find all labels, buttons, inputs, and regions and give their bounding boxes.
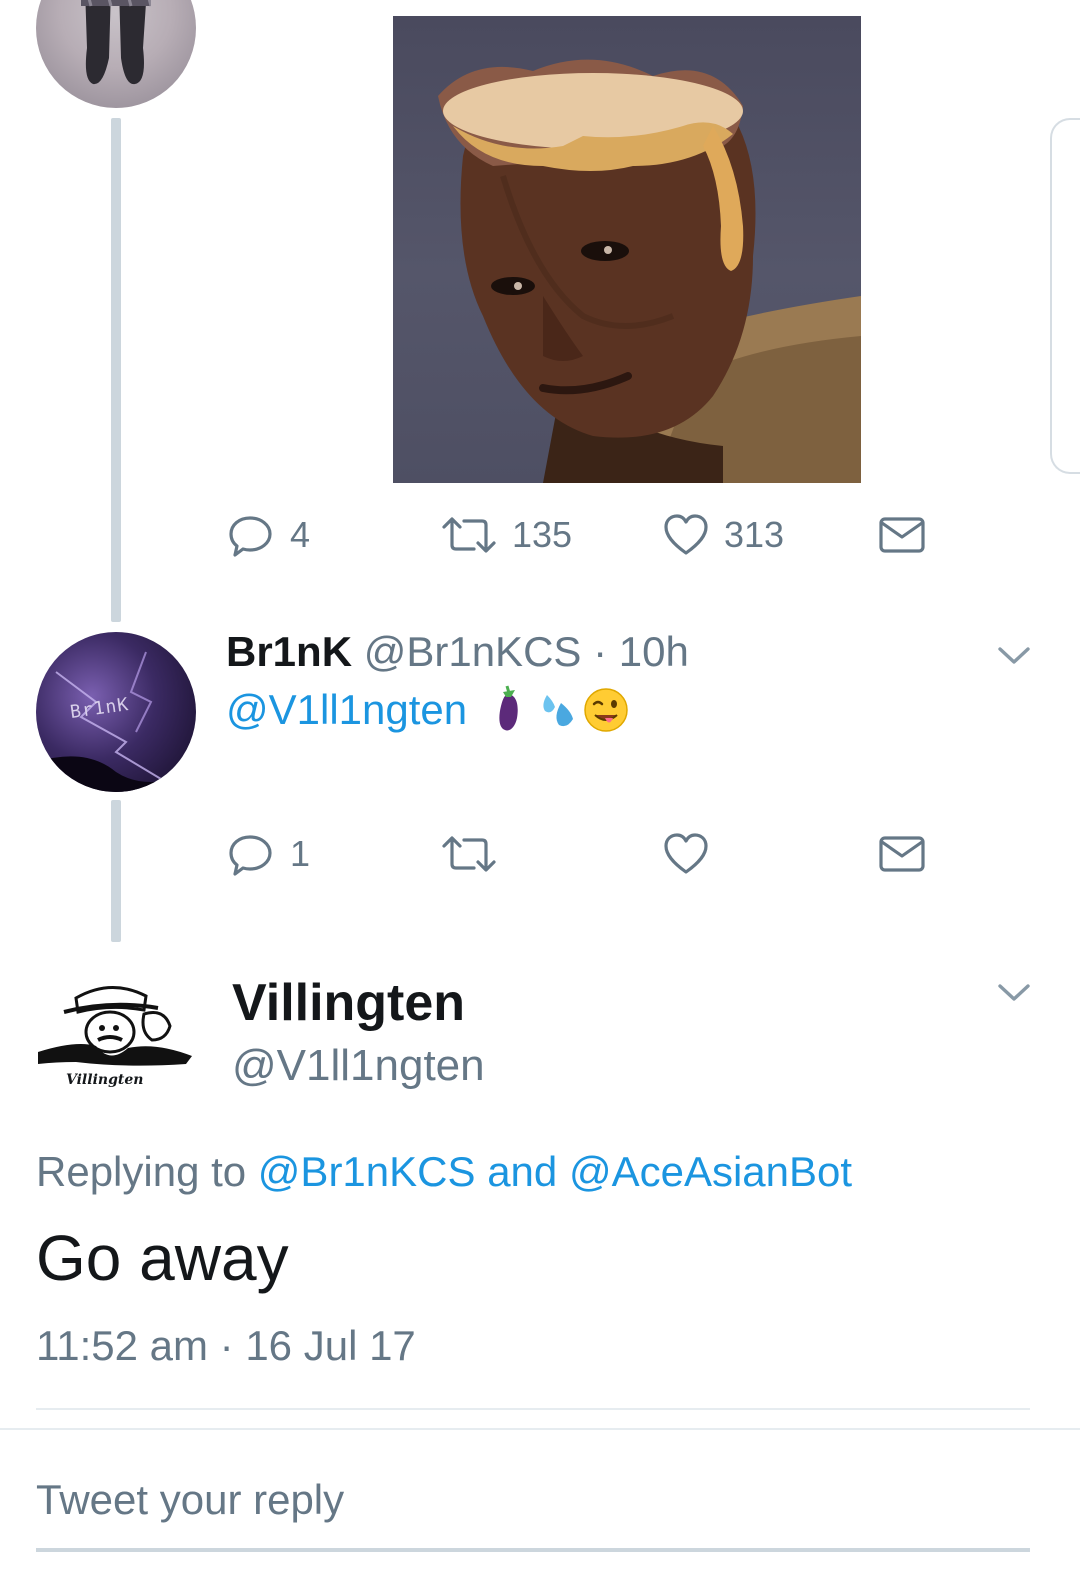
reply-icon xyxy=(229,516,272,557)
timestamp-label: 11:52 am · 16 Jul 17 xyxy=(36,1322,416,1369)
reply-target-link[interactable]: @AceAsianBot xyxy=(569,1148,852,1195)
like-action[interactable] xyxy=(662,826,710,882)
tweet-body: @V1ll1ngten xyxy=(226,682,629,738)
retweet-count: 135 xyxy=(512,514,573,555)
reply-count: 4 xyxy=(290,514,311,555)
reply-action[interactable]: 1 xyxy=(228,826,310,882)
chevron-down-icon[interactable] xyxy=(997,982,1031,1004)
divider xyxy=(0,1428,1080,1430)
reply-and-label[interactable]: and xyxy=(487,1148,557,1195)
envelope-icon xyxy=(879,836,925,872)
eggplant-emoji-icon xyxy=(499,685,518,731)
heart-icon xyxy=(664,833,708,874)
sweat-droplets-emoji-icon xyxy=(543,695,574,727)
avatar[interactable] xyxy=(36,0,196,108)
tweet-media-image[interactable] xyxy=(393,16,861,483)
user-handle[interactable]: @Br1nKCS xyxy=(364,628,582,675)
like-count: 313 xyxy=(724,514,785,555)
retweet-action[interactable] xyxy=(440,826,498,882)
thread-line xyxy=(111,118,121,622)
tweet-text: Go away xyxy=(36,1222,289,1294)
display-name[interactable]: Villingten xyxy=(232,972,465,1034)
user-handle-label: @V1ll1ngten xyxy=(232,1041,485,1090)
reply-action[interactable]: 4 xyxy=(228,507,310,563)
envelope-icon xyxy=(879,517,925,553)
thread-line xyxy=(111,800,121,942)
reply-placeholder: Tweet your reply xyxy=(36,1476,345,1523)
reply-icon xyxy=(229,835,272,876)
retweet-icon xyxy=(442,836,496,872)
avatar[interactable]: Br1nK xyxy=(36,632,196,792)
tweet-header: Br1nK @Br1nKCS · 10h xyxy=(226,624,689,680)
cartoon-avatar-graphic xyxy=(38,986,192,1066)
display-name[interactable]: Br1nK xyxy=(226,628,352,675)
tweet-timestamp[interactable]: 11:52 am · 16 Jul 17 xyxy=(36,1318,416,1374)
avatar-text: Villingten xyxy=(66,1072,144,1088)
retweet-action[interactable]: 135 xyxy=(440,507,572,563)
tweet-time[interactable]: 10h xyxy=(619,628,689,675)
winking-face-emoji-icon xyxy=(584,688,628,732)
media-illustration xyxy=(438,59,861,483)
replying-to-line: Replying to @Br1nKCS and @AceAsianBot xyxy=(36,1144,852,1200)
avatar-photo xyxy=(81,0,151,85)
direct-message-action[interactable] xyxy=(878,507,926,563)
reply-target-link[interactable]: @Br1nKCS xyxy=(258,1148,476,1195)
separator-dot: · xyxy=(593,628,608,675)
avatar[interactable]: Villingten xyxy=(36,968,196,1128)
retweet-icon xyxy=(442,517,496,553)
reply-count: 1 xyxy=(290,833,311,874)
chevron-down-icon[interactable] xyxy=(997,645,1031,667)
heart-icon xyxy=(664,514,708,555)
display-name-label: Villingten xyxy=(232,974,466,1032)
direct-message-action[interactable] xyxy=(878,826,926,882)
composer-underline xyxy=(36,1548,1030,1552)
mention-link[interactable]: @V1ll1ngten xyxy=(226,682,467,738)
like-action[interactable]: 313 xyxy=(662,507,784,563)
replying-to-label: Replying to xyxy=(36,1148,247,1195)
user-handle[interactable]: @V1ll1ngten xyxy=(232,1038,485,1094)
scroll-edge-indicator xyxy=(1050,118,1080,474)
reply-composer-input[interactable]: Tweet your reply xyxy=(36,1472,1030,1532)
divider xyxy=(36,1408,1030,1410)
